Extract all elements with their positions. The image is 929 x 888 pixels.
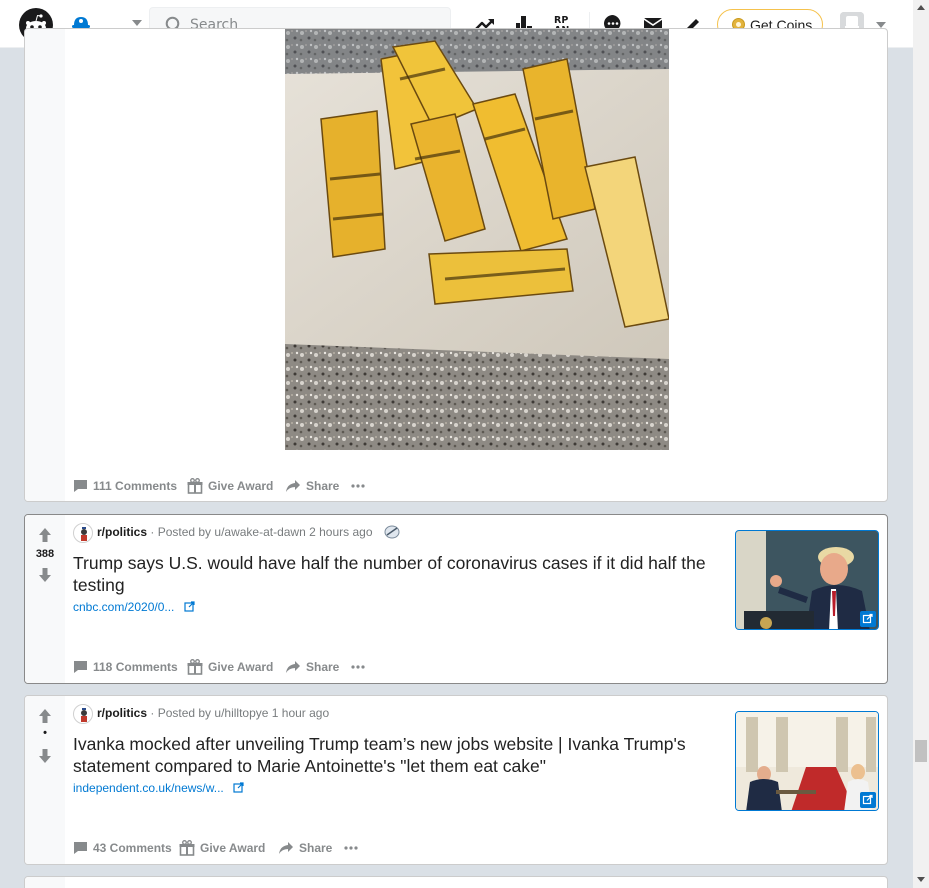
- post-thumbnail[interactable]: [735, 711, 879, 811]
- share-button[interactable]: Share: [285, 657, 339, 677]
- post-title[interactable]: Ivanka mocked after unveiling Trump team…: [73, 733, 723, 777]
- comment-icon: [74, 842, 87, 854]
- scrollbar-thumb[interactable]: [915, 740, 927, 762]
- post-card[interactable]: [24, 876, 888, 888]
- page-scrollbar[interactable]: [913, 0, 929, 888]
- more-icon: [351, 484, 365, 488]
- vote-column: 388: [25, 515, 65, 683]
- upvote-icon[interactable]: [39, 528, 51, 542]
- post-meta: r/politics · Posted by u/awake-at-dawn 2…: [97, 525, 373, 539]
- share-label: Share: [306, 660, 340, 674]
- give-award-button[interactable]: Give Award: [179, 838, 265, 858]
- give-award-button[interactable]: Give Award: [187, 657, 273, 677]
- comment-icon: [74, 480, 87, 492]
- share-icon: [286, 480, 300, 492]
- share-label: Share: [306, 479, 340, 493]
- more-options-button[interactable]: [351, 657, 370, 677]
- post-card[interactable]: 388 r/politics · Posted by u/awake-at-da…: [24, 514, 888, 684]
- give-award-label: Give Award: [200, 841, 266, 855]
- more-options-button[interactable]: [344, 838, 363, 858]
- gift-icon: [179, 840, 195, 856]
- external-link-badge-icon: [860, 611, 876, 627]
- share-icon: [286, 661, 300, 673]
- share-icon: [279, 842, 293, 854]
- share-button[interactable]: Share: [278, 838, 332, 858]
- post-card[interactable]: • r/politics · Posted by u/hilltopye 1 h…: [24, 695, 888, 865]
- upvote-icon[interactable]: [39, 709, 51, 723]
- comments-button[interactable]: 118 Comments: [73, 657, 178, 677]
- post-link-text[interactable]: cnbc.com/2020/0...: [73, 600, 174, 614]
- posted-by: · Posted by u/awake-at-dawn 2 hours ago: [150, 525, 373, 539]
- vote-score: 388: [35, 548, 55, 560]
- post-link[interactable]: independent.co.uk/news/w...: [73, 781, 244, 795]
- chevron-down-icon: [132, 20, 142, 26]
- downvote-icon[interactable]: [39, 749, 51, 763]
- post-meta: r/politics · Posted by u/hilltopye 1 hou…: [97, 706, 329, 720]
- vote-column: [25, 877, 65, 888]
- gift-icon: [187, 659, 203, 675]
- external-link-icon: [233, 782, 244, 793]
- post-link-text[interactable]: independent.co.uk/news/w...: [73, 781, 224, 795]
- share-button[interactable]: Share: [285, 476, 339, 496]
- comment-icon: [74, 661, 87, 673]
- comments-button[interactable]: 43 Comments: [73, 838, 172, 858]
- post-image[interactable]: [285, 29, 669, 450]
- post-thumbnail[interactable]: [735, 530, 879, 630]
- post-title[interactable]: Trump says U.S. would have half the numb…: [73, 552, 723, 596]
- comments-label: 111 Comments: [93, 479, 178, 493]
- give-award-label: Give Award: [208, 479, 274, 493]
- vote-column: [25, 29, 65, 501]
- subreddit-icon[interactable]: [73, 523, 93, 543]
- subreddit-icon[interactable]: [73, 704, 93, 724]
- share-label: Share: [299, 841, 333, 855]
- external-link-badge-icon: [860, 792, 876, 808]
- give-award-button[interactable]: Give Award: [187, 476, 273, 496]
- more-options-button[interactable]: [351, 476, 370, 496]
- downvote-icon[interactable]: [39, 568, 51, 582]
- comments-label: 43 Comments: [93, 841, 172, 855]
- vote-score: •: [43, 727, 47, 739]
- post-link[interactable]: cnbc.com/2020/0...: [73, 600, 195, 614]
- comments-button[interactable]: 111 Comments: [73, 476, 177, 496]
- external-link-icon: [184, 601, 195, 612]
- comments-label: 118 Comments: [93, 660, 178, 674]
- scroll-down-arrow-icon[interactable]: [917, 877, 925, 882]
- gift-icon: [187, 478, 203, 494]
- subreddit-link[interactable]: r/politics: [97, 706, 147, 720]
- give-award-label: Give Award: [208, 660, 274, 674]
- post-card[interactable]: 111 Comments Give Award Share: [24, 28, 888, 502]
- more-icon: [344, 846, 358, 850]
- vote-column: •: [25, 696, 65, 864]
- scroll-up-arrow-icon[interactable]: [917, 5, 925, 10]
- user-flair-icon: [384, 525, 400, 539]
- subreddit-link[interactable]: r/politics: [97, 525, 147, 539]
- posted-by: · Posted by u/hilltopye 1 hour ago: [150, 706, 330, 720]
- more-icon: [351, 665, 365, 669]
